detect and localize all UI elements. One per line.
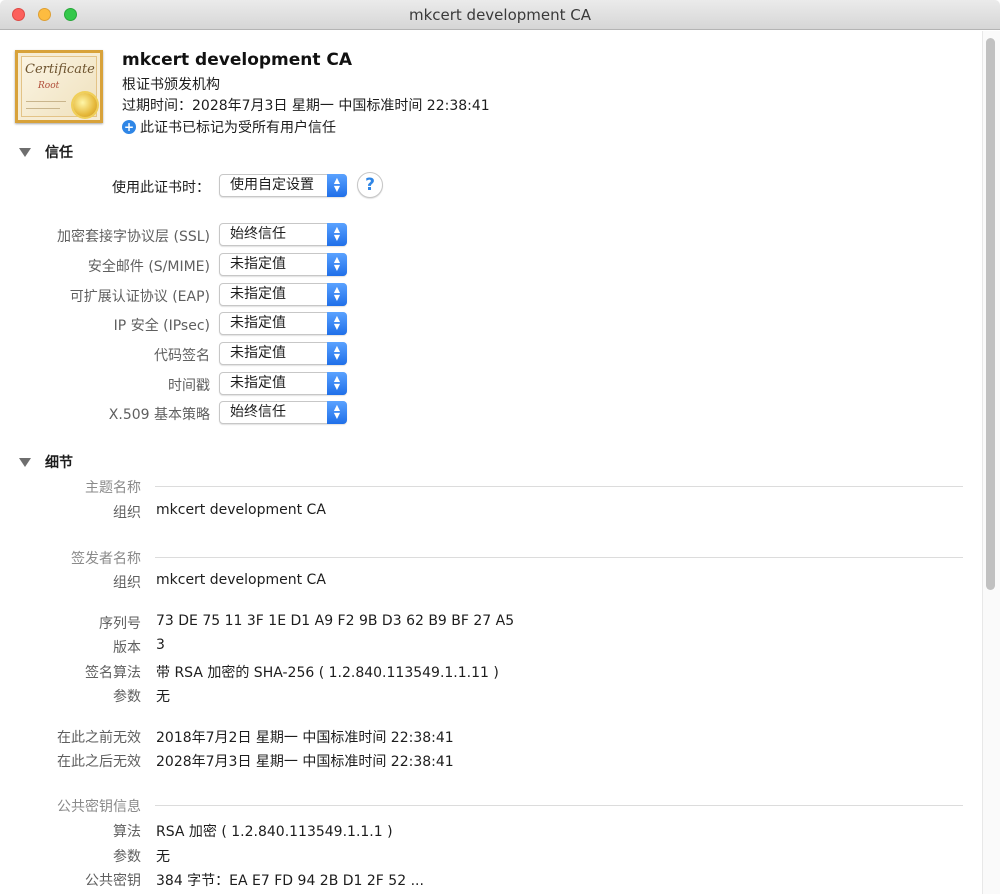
subject-org-value: mkcert development CA xyxy=(156,502,326,518)
certificate-icon-word: Certificate xyxy=(25,62,95,77)
trust-label-eap: 可扩展认证协议 (EAP) xyxy=(69,289,210,305)
divider xyxy=(155,486,963,487)
trust-value-timestamp: 未指定值 xyxy=(230,375,286,391)
pubkey-key-value: 384 字节：EA E7 FD 94 2B D1 2F 52 ... xyxy=(156,873,424,889)
chevron-up-down-icon: ▲ ▼ xyxy=(327,342,347,365)
serial-value: 73 DE 75 11 3F 1E D1 A9 F2 9B D3 62 B9 B… xyxy=(156,613,515,629)
trust-popup-ssl[interactable]: 始终信任 ▲ ▼ xyxy=(219,223,347,246)
subject-name-group: 主题名称 xyxy=(85,480,141,496)
window-title: mkcert development CA xyxy=(408,6,592,24)
chevron-up-down-icon: ▲ ▼ xyxy=(327,312,347,335)
trust-popup-smime[interactable]: 未指定值 ▲ ▼ xyxy=(219,253,347,276)
trust-value-ipsec: 未指定值 xyxy=(230,315,286,331)
pubkey-key-key: 公共密钥 xyxy=(85,873,141,889)
details-section-title: 细节 xyxy=(45,455,73,471)
trust-value-x509: 始终信任 xyxy=(230,404,286,420)
certificate-kind: 根证书颁发机构 xyxy=(122,77,220,93)
seal-icon xyxy=(73,93,97,117)
chevron-up-down-icon: ▲ ▼ xyxy=(327,253,347,276)
issuer-org-value: mkcert development CA xyxy=(156,572,326,588)
trust-popup-x509[interactable]: 始终信任 ▲ ▼ xyxy=(219,401,347,424)
certificate-icon-subword: Root xyxy=(38,81,60,91)
trust-label-smime: 安全邮件 (S/MIME) xyxy=(87,259,210,275)
not-after-key: 在此之后无效 xyxy=(57,754,141,770)
trust-label-timestamp: 时间戳 xyxy=(168,378,210,394)
certificate-icon: Certificate Root xyxy=(15,50,103,123)
version-value: 3 xyxy=(156,637,165,653)
not-before-value: 2018年7月2日 星期一 中国标准时间 22:38:41 xyxy=(156,730,454,746)
trust-value-smime: 未指定值 xyxy=(230,256,286,272)
serial-key: 序列号 xyxy=(99,616,141,632)
trust-popup-timestamp[interactable]: 未指定值 ▲ ▼ xyxy=(219,372,347,395)
help-button[interactable]: ? xyxy=(357,172,383,198)
trust-label-code-signing: 代码签名 xyxy=(154,348,210,364)
params-key: 参数 xyxy=(113,689,141,705)
not-before-key: 在此之前无效 xyxy=(57,730,141,746)
disclosure-triangle-icon xyxy=(19,457,31,467)
trust-value-ssl: 始终信任 xyxy=(230,226,286,242)
issuer-name-group: 签发者名称 xyxy=(71,551,141,567)
when-using-label: 使用此证书时： xyxy=(112,180,210,196)
details-section-toggle[interactable]: 细节 xyxy=(19,452,73,472)
sig-alg-key: 签名算法 xyxy=(85,665,141,681)
not-after-value: 2028年7月3日 星期一 中国标准时间 22:38:41 xyxy=(156,754,454,770)
trust-value-code-signing: 未指定值 xyxy=(230,345,286,361)
trust-label-ipsec: IP 安全 (IPsec) xyxy=(113,318,210,334)
trust-popup-ipsec[interactable]: 未指定值 ▲ ▼ xyxy=(219,312,347,335)
chevron-up-down-icon: ▲ ▼ xyxy=(327,401,347,424)
trust-status-text: 此证书已标记为受所有用户信任 xyxy=(140,120,336,136)
pubkey-params-key: 参数 xyxy=(113,849,141,865)
chevron-up-down-icon: ▲ ▼ xyxy=(327,283,347,306)
pubkey-alg-value: RSA 加密 ( 1.2.840.113549.1.1.1 ) xyxy=(156,824,393,840)
chevron-up-down-icon: ▲ ▼ xyxy=(327,372,347,395)
trust-value-eap: 未指定值 xyxy=(230,286,286,302)
trust-label-x509: X.509 基本策略 xyxy=(108,407,210,423)
divider xyxy=(155,557,963,558)
trust-popup-code-signing[interactable]: 未指定值 ▲ ▼ xyxy=(219,342,347,365)
certificate-name: mkcert development CA xyxy=(122,50,353,70)
public-key-info-group: 公共密钥信息 xyxy=(57,799,141,815)
trust-status: + 此证书已标记为受所有用户信任 xyxy=(122,117,336,137)
sig-alg-value: 带 RSA 加密的 SHA-256 ( 1.2.840.113549.1.1.1… xyxy=(156,665,499,681)
trust-popup-eap[interactable]: 未指定值 ▲ ▼ xyxy=(219,283,347,306)
trust-section-title: 信任 xyxy=(45,145,73,161)
chevron-up-down-icon: ▲ ▼ xyxy=(327,174,347,197)
certificate-expiry: 过期时间：2028年7月3日 星期一 中国标准时间 22:38:41 xyxy=(122,98,490,114)
version-key: 版本 xyxy=(113,640,141,656)
trust-label-ssl: 加密套接字协议层 (SSL) xyxy=(57,229,210,245)
params-value: 无 xyxy=(156,689,170,705)
issuer-org-key: 组织 xyxy=(113,575,141,591)
plus-circle-icon: + xyxy=(122,120,136,134)
certificate-detail-pane: Certificate Root mkcert development CA 根… xyxy=(0,31,982,894)
title-bar: mkcert development CA xyxy=(0,0,1000,30)
pubkey-alg-key: 算法 xyxy=(113,824,141,840)
subject-org-key: 组织 xyxy=(113,505,141,521)
disclosure-triangle-icon xyxy=(19,147,31,157)
pubkey-params-value: 无 xyxy=(156,849,170,865)
when-using-popup[interactable]: 使用自定设置 ▲ ▼ xyxy=(219,174,347,197)
when-using-value: 使用自定设置 xyxy=(230,177,314,193)
trust-section-toggle[interactable]: 信任 xyxy=(19,142,73,162)
chevron-up-down-icon: ▲ ▼ xyxy=(327,223,347,246)
divider xyxy=(155,805,963,806)
scrollbar-thumb[interactable] xyxy=(986,38,995,590)
